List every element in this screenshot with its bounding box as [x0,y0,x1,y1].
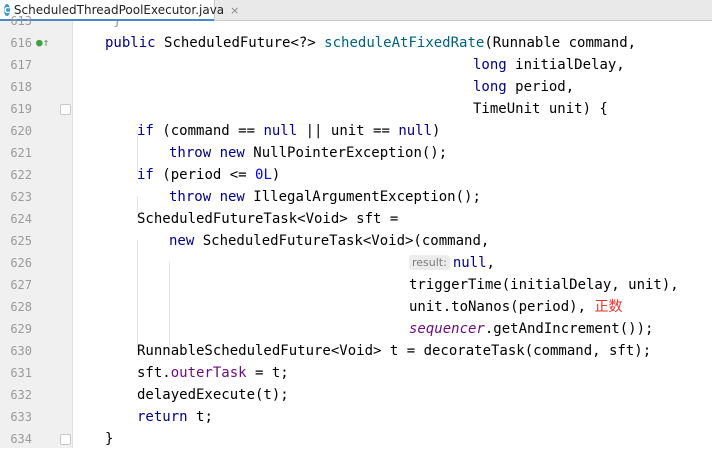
code-line-625: new ScheduledFutureTask<Void>(command, [169,230,489,252]
code-token: ScheduledFutureTask<Void>(command, [202,233,490,249]
code-token: || unit == [297,123,399,139]
override-marker-icon[interactable]: ●↑ [36,36,49,49]
code-token: = t; [246,365,289,381]
code-token: sft. [137,365,171,381]
code-token: , [486,255,495,271]
line-number: 626 [10,256,32,270]
fold-marker-icon[interactable] [60,434,71,445]
code-token: } [113,21,122,29]
parameter-hint: result: [409,255,450,270]
line-number: 627 [10,278,32,292]
code-line-626: result: null, [409,252,495,274]
code-line-622: if (period <= 0L) [137,164,280,186]
code-token: t; [196,409,213,425]
line-number: 628 [10,300,32,314]
code-token: ScheduledFuture<?> [164,35,325,51]
indent-guide [137,240,138,350]
code-token: (Runnable command, [484,35,637,51]
code-token: public [105,35,165,51]
code-line-633: return t; [137,406,213,428]
code-token: long [473,79,516,95]
code-editor[interactable]: } public ScheduledFuture<?> scheduleAtFi… [73,21,712,448]
line-number: 629 [10,322,32,336]
code-line-620: if (command == null || unit == null) [137,120,440,142]
code-token: delayedExecute(t); [137,387,289,403]
code-token: initialDelay, [515,57,625,73]
code-line-624: ScheduledFutureTask<Void> sft = [137,208,398,230]
line-number: 621 [10,146,32,160]
code-line-629: sequencer.getAndIncrement()); [409,318,653,340]
code-token: null [263,123,298,139]
tab-scheduled-thread-pool-executor[interactable]: C ScheduledThreadPoolExecutor.java × [0,0,239,21]
code-token: new [219,189,254,205]
line-number: 630 [10,344,32,358]
line-number: 617 [10,58,32,72]
code-token: long [473,57,516,73]
line-number: 623 [10,190,32,204]
code-line-616: public ScheduledFuture<?> scheduleAtFixe… [105,32,636,54]
line-number: 622 [10,168,32,182]
line-number: 625 [10,234,32,248]
code-line-634: } [105,428,113,448]
indent-guide [169,262,170,350]
code-token: throw [169,145,220,161]
code-token: throw [169,189,220,205]
line-number: 634 [10,432,32,446]
code-token: return [137,409,197,425]
code-token: null [398,123,433,139]
code-token: new [169,233,203,249]
line-number: 633 [10,410,32,424]
code-token: triggerTime(initialDelay, unit), [409,277,679,293]
line-number: 613 [10,14,32,28]
code-token: unit.toNanos(period), [409,299,587,315]
code-line-623: throw new IllegalArgumentException(); [169,186,481,208]
code-token: NullPointerException(); [253,145,448,161]
code-line-613: } [113,21,121,32]
code-token: ) [271,167,281,183]
instance-field[interactable]: outerTask [171,365,247,381]
line-number: 619 [10,102,32,116]
code-line-628: unit.toNanos(period), 正数 [409,296,622,318]
code-token: .getAndIncrement()); [484,321,654,337]
code-line-632: delayedExecute(t); [137,384,289,406]
line-number: 618 [10,80,32,94]
code-token: period, [515,79,575,95]
code-line-627: triggerTime(initialDelay, unit), [409,274,679,296]
line-number: 620 [10,124,32,138]
code-token: IllegalArgumentException(); [253,189,481,205]
code-token: null [452,255,487,271]
static-field[interactable]: sequencer [409,321,485,337]
annotation-note: 正数 [594,299,623,315]
code-token: if [137,123,163,139]
tab-filename: ScheduledThreadPoolExecutor.java [13,3,225,17]
code-line-630: RunnableScheduledFuture<Void> t = decora… [137,340,651,362]
code-token: RunnableScheduledFuture<Void> t = decora… [137,343,652,359]
line-number: 624 [10,212,32,226]
code-line-617: long initialDelay, [473,54,625,76]
code-line-631: sft.outerTask = t; [137,362,289,384]
code-line-619: TimeUnit unit) { [473,98,608,120]
line-number-gutter[interactable]: 613 616 ●↑ 617 618 619 620 621 622 623 6… [0,14,73,448]
code-token: new [219,145,254,161]
code-token: (command == [162,123,264,139]
code-token: 0L [255,167,272,183]
editor-tab-bar: C ScheduledThreadPoolExecutor.java × [0,0,712,21]
fold-marker-icon[interactable] [60,104,71,115]
code-line-618: long period, [473,76,574,98]
line-number: 631 [10,366,32,380]
code-token: } [105,431,114,447]
method-name[interactable]: scheduleAtFixedRate [324,35,484,51]
code-token: (period <= [162,167,256,183]
code-token: if [137,167,163,183]
line-number: 632 [10,388,32,402]
code-token: ScheduledFutureTask<Void> sft = [137,211,399,227]
code-line-621: throw new NullPointerException(); [169,142,447,164]
code-token: ) [432,123,441,139]
close-icon[interactable]: × [230,4,239,17]
code-token: TimeUnit unit) { [473,101,608,117]
line-number: 616 [10,36,32,50]
